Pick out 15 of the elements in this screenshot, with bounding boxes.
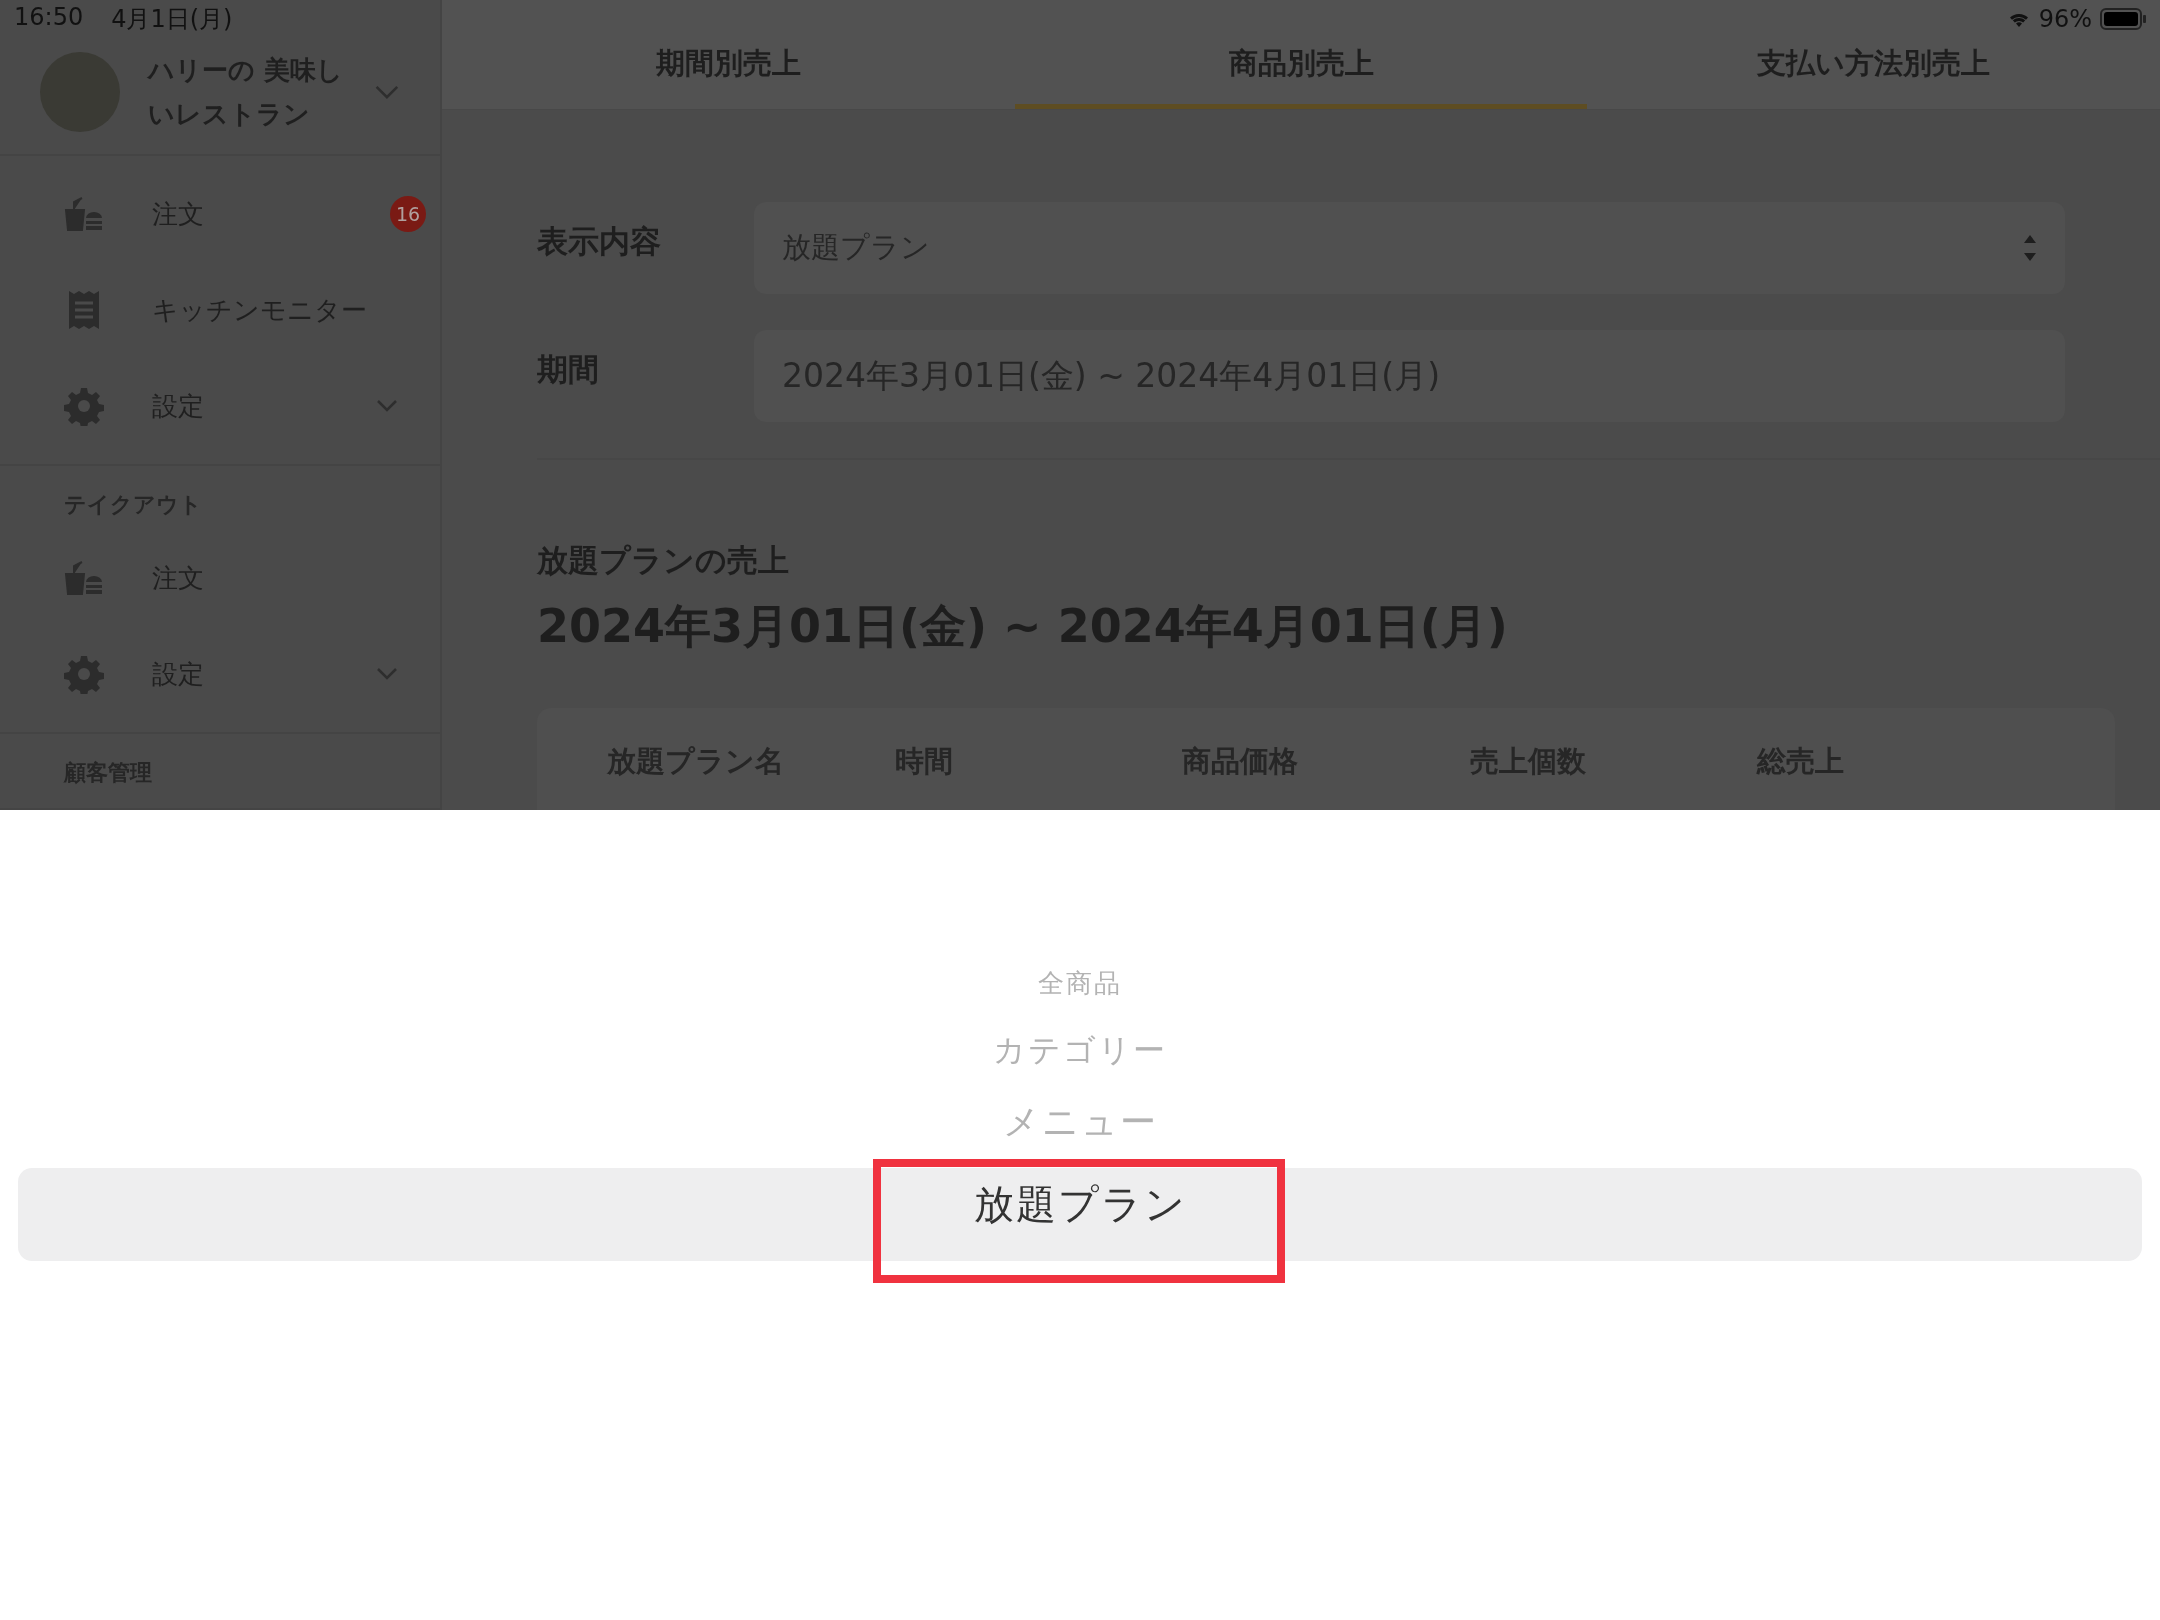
battery-icon — [2100, 8, 2146, 30]
up-down-caret-icon — [2023, 233, 2037, 263]
chevron-down-icon — [374, 83, 400, 101]
picker-option[interactable]: メニュー — [1002, 1104, 1158, 1140]
drink-burger-icon — [64, 196, 104, 232]
picker-option[interactable]: 全商品 — [1038, 970, 1122, 996]
picker-option[interactable]: カテゴリー — [993, 1034, 1167, 1066]
settings-icon — [64, 386, 104, 426]
settings-icon — [64, 654, 104, 694]
battery-percent: 96% — [2038, 5, 2092, 33]
picker-option[interactable]: 放題プラン — [973, 1184, 1187, 1224]
status-time: 16:50 — [14, 3, 84, 33]
order-count-badge: 16 — [390, 196, 426, 232]
status-date: 4月1日(月) — [111, 4, 233, 35]
drink-burger-icon — [64, 560, 104, 596]
